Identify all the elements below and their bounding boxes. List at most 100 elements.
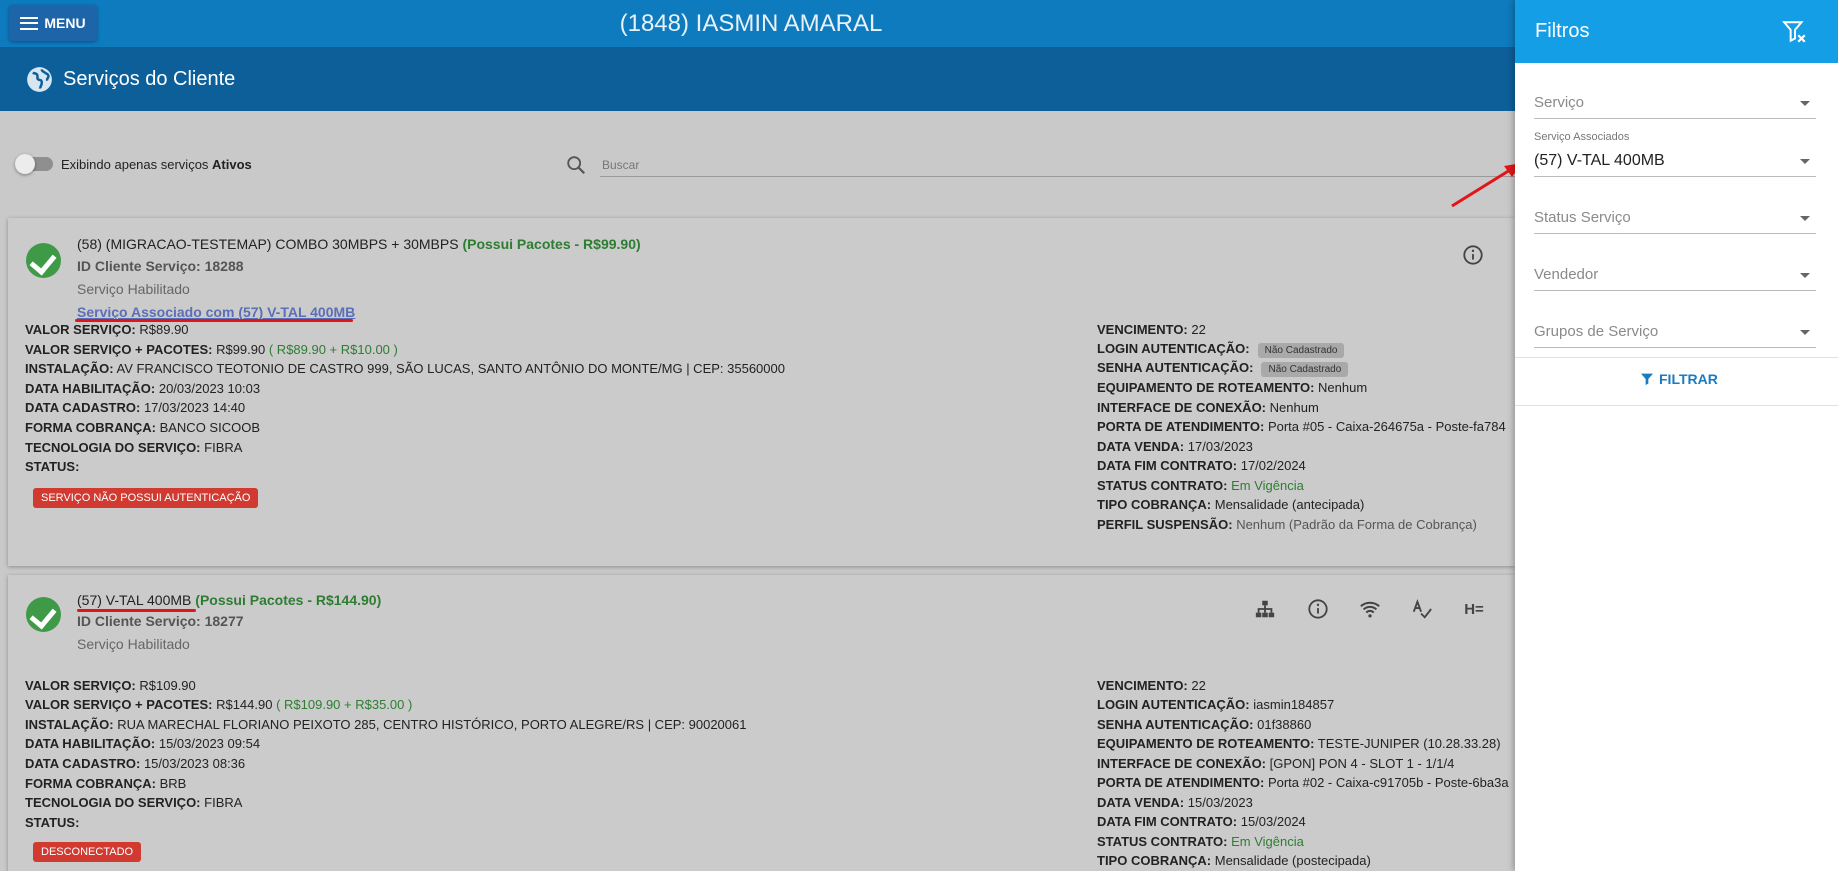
label: INSTALAÇÃO: <box>25 717 114 732</box>
porta-atendimento: PORTA DE ATENDIMENTO: Porta #05 - Caixa-… <box>1097 419 1515 434</box>
label: DATA CADASTRO: <box>25 756 141 771</box>
data-venda: DATA VENDA: 17/03/2023 <box>1097 439 1253 454</box>
value: 22 <box>1191 678 1206 693</box>
equipamento-roteamento: EQUIPAMENTO DE ROTEAMENTO: TESTE-JUNIPER… <box>1097 736 1501 751</box>
label: DATA FIM CONTRATO: <box>1097 458 1238 473</box>
servico-associados-select[interactable]: (57) V-TAL 400MB <box>1534 147 1816 177</box>
value-detail: ( R$89.90 + R$10.00 ) <box>268 342 398 357</box>
value: AV FRANCISCO TEOTONIO DE CASTRO 999, SÃO… <box>116 361 785 376</box>
status-servico-select[interactable]: Status Serviço <box>1534 204 1816 234</box>
value: 17/03/2023 <box>1187 439 1253 454</box>
service-title: (57) V-TAL 400MB (Possui Pacotes - R$144… <box>77 592 381 608</box>
label: INTERFACE DE CONEXÃO: <box>1097 400 1267 415</box>
filter-panel-title: Filtros <box>1535 20 1590 42</box>
data-habilitacao: DATA HABILITAÇÃO: 15/03/2023 09:54 <box>25 736 260 751</box>
value: FIBRA <box>204 440 243 455</box>
tipo-cobranca: TIPO COBRANÇA: Mensalidade (antecipada) <box>1097 497 1364 512</box>
value: R$99.90 <box>216 342 266 357</box>
value: Em Vigência <box>1231 478 1304 493</box>
value: 15/03/2024 <box>1240 814 1306 829</box>
valor-pacotes: VALOR SERVIÇO + PACOTES: R$144.90 ( R$10… <box>25 697 412 712</box>
annotation-underline <box>77 609 196 612</box>
associated-service-link[interactable]: Serviço Associado com (57) V-TAL 400MB <box>77 304 355 320</box>
label: VALOR SERVIÇO: <box>25 678 136 693</box>
info-icon[interactable] <box>1305 596 1331 622</box>
value: 17/02/2024 <box>1240 458 1306 473</box>
valor-servico: VALOR SERVIÇO: R$109.90 <box>25 678 196 693</box>
search-input[interactable] <box>602 156 1502 174</box>
check-circle-icon <box>26 243 61 278</box>
forma-cobranca: FORMA COBRANÇA: BRB <box>25 776 186 791</box>
status-badge: SERVIÇO NÃO POSSUI AUTENTICAÇÃO <box>33 488 259 508</box>
client-title-text: (1848) IASMIN AMARAL <box>619 10 883 37</box>
service-id: ID Cliente Serviço: 18277 <box>77 613 244 629</box>
service-name: (57) V-TAL 400MB <box>77 592 192 608</box>
status: STATUS: <box>25 815 79 830</box>
network-topology-icon[interactable] <box>1252 596 1278 622</box>
service-packages: (Possui Pacotes - R$99.90) <box>462 236 641 252</box>
spellcheck-icon[interactable] <box>1409 596 1435 622</box>
label: TIPO COBRANÇA: <box>1097 497 1212 512</box>
label: STATUS: <box>25 815 80 830</box>
not-registered-badge: Não Cadastrado <box>1261 362 1349 377</box>
label: STATUS CONTRATO: <box>1097 478 1228 493</box>
value: R$109.90 <box>139 678 196 693</box>
data-habilitacao: DATA HABILITAÇÃO: 20/03/2023 10:03 <box>25 381 260 396</box>
wifi-icon[interactable] <box>1357 596 1383 622</box>
toggle-label-bold: Ativos <box>212 157 252 172</box>
label: DATA VENDA: <box>1097 795 1185 810</box>
label: PERFIL SUSPENSÃO: <box>1097 517 1233 532</box>
filtrar-button[interactable]: FILTRAR <box>1639 371 1718 387</box>
vendedor-select[interactable]: Vendedor <box>1534 261 1816 291</box>
value: Nenhum <box>1318 380 1368 395</box>
label: VENCIMENTO: <box>1097 322 1188 337</box>
label: TECNOLOGIA DO SERVIÇO: <box>25 795 201 810</box>
search-underline <box>600 176 1515 177</box>
search-icon[interactable] <box>565 154 587 176</box>
value: RUA MARECHAL FLORIANO PEIXOTO 285, CENTR… <box>117 717 747 732</box>
tipo-cobranca: TIPO COBRANÇA: Mensalidade (postecipada) <box>1097 853 1371 868</box>
placeholder: Vendedor <box>1534 266 1599 283</box>
label: DATA VENDA: <box>1097 439 1185 454</box>
service-card-1: (58) (MIGRACAO-TESTEMAP) COMBO 30MBPS + … <box>8 218 1515 566</box>
filtrar-label: FILTRAR <box>1659 371 1718 387</box>
info-icon[interactable] <box>1460 242 1486 268</box>
senha-autenticacao: SENHA AUTENTICAÇÃO: Não Cadastrado <box>1097 360 1349 377</box>
servico-associados-label: Serviço Associados <box>1534 131 1630 143</box>
check-circle-icon <box>26 597 61 632</box>
senha-autenticacao: SENHA AUTENTICAÇÃO: 01f38860 <box>1097 717 1311 732</box>
data-cadastro: DATA CADASTRO: 17/03/2023 14:40 <box>25 400 245 415</box>
active-services-toggle[interactable] <box>15 154 53 174</box>
servico-select[interactable]: Serviço <box>1534 89 1816 119</box>
value: TESTE-JUNIPER (10.28.33.28) <box>1317 736 1501 751</box>
divider <box>1515 405 1838 406</box>
filter-clear-icon[interactable] <box>1782 19 1808 45</box>
perfil-suspensao: PERFIL SUSPENSÃO: Nenhum (Padrão da Form… <box>1097 517 1477 532</box>
instalacao: INSTALAÇÃO: AV FRANCISCO TEOTONIO DE CAS… <box>25 361 785 376</box>
page-title: Serviços do Cliente <box>63 68 236 90</box>
label: DATA CADASTRO: <box>25 400 141 415</box>
label: VENCIMENTO: <box>1097 678 1188 693</box>
value: FIBRA <box>204 795 243 810</box>
dropdown-caret-icon <box>1800 159 1810 164</box>
data-cadastro: DATA CADASTRO: 15/03/2023 08:36 <box>25 756 245 771</box>
service-name: (58) (MIGRACAO-TESTEMAP) COMBO 30MBPS + … <box>77 236 459 252</box>
value: [GPON] PON 4 - SLOT 1 - 1/1/4 <box>1269 756 1455 771</box>
placeholder: Serviço <box>1534 94 1585 111</box>
grupos-servico-select[interactable]: Grupos de Serviço <box>1534 318 1816 348</box>
header-format-icon[interactable]: H= <box>1461 596 1487 622</box>
label: FORMA COBRANÇA: <box>25 776 156 791</box>
data-venda: DATA VENDA: 15/03/2023 <box>1097 795 1253 810</box>
interface-conexao: INTERFACE DE CONEXÃO: [GPON] PON 4 - SLO… <box>1097 756 1454 771</box>
filter-icon <box>1641 373 1653 385</box>
not-registered-badge: Não Cadastrado <box>1257 343 1345 358</box>
forma-cobranca: FORMA COBRANÇA: BANCO SICOOB <box>25 420 260 435</box>
tecnologia: TECNOLOGIA DO SERVIÇO: FIBRA <box>25 795 242 810</box>
value-detail: ( R$109.90 + R$35.00 ) <box>276 697 413 712</box>
value: Porta #02 - Caixa-c91705b - Poste-6ba3a <box>1267 775 1509 790</box>
value: BANCO SICOOB <box>159 420 260 435</box>
label: PORTA DE ATENDIMENTO: <box>1097 419 1265 434</box>
filter-panel: Filtros Serviço Serviço Associados (57) … <box>1515 0 1838 871</box>
label: TECNOLOGIA DO SERVIÇO: <box>25 440 201 455</box>
placeholder: Status Serviço <box>1534 209 1631 226</box>
